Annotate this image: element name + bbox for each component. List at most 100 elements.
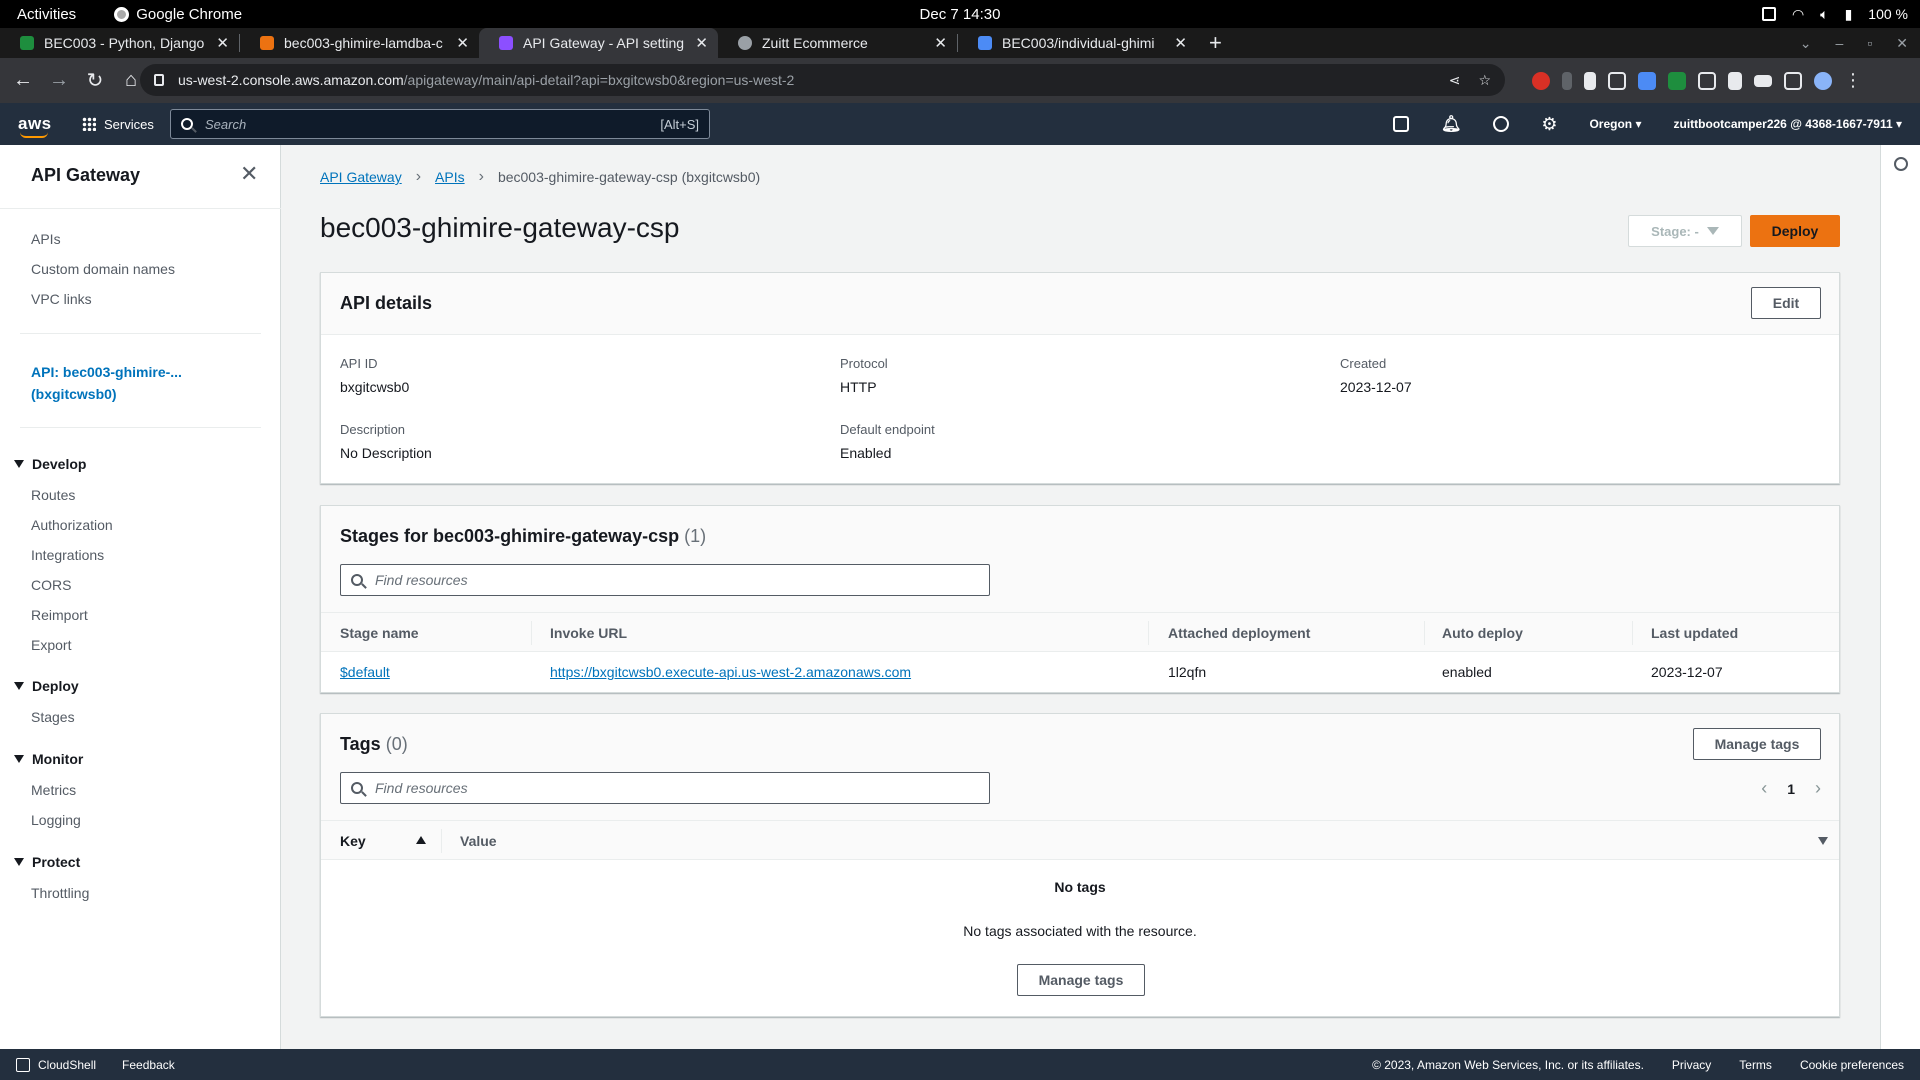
close-window-icon[interactable]: ✕	[1896, 35, 1908, 52]
gear-icon[interactable]: ⚙	[1541, 114, 1557, 135]
extension-icon[interactable]	[1608, 71, 1626, 90]
back-icon[interactable]: ←	[10, 69, 36, 92]
tab-close-icon[interactable]: ✕	[216, 34, 229, 52]
column-stage-name[interactable]: Stage name	[340, 625, 419, 641]
column-resizer[interactable]	[1424, 621, 1425, 645]
cookie-preferences-link[interactable]: Cookie preferences	[1800, 1058, 1904, 1072]
sidebar-item-integrations[interactable]: Integrations	[31, 547, 104, 563]
sidebar-item-apis[interactable]: APIs	[31, 231, 61, 247]
sidebar-item-reimport[interactable]: Reimport	[31, 607, 88, 623]
edit-button[interactable]: Edit	[1751, 287, 1821, 319]
sidebar-item-throttling[interactable]: Throttling	[31, 885, 89, 901]
aws-search-input[interactable]: Search [Alt+S]	[170, 109, 710, 139]
bell-icon[interactable]: 🔔︎	[1441, 114, 1461, 134]
tab-close-icon[interactable]: ✕	[1174, 34, 1187, 52]
reading-list-icon[interactable]	[1754, 74, 1772, 87]
extension-icon[interactable]	[1562, 71, 1572, 90]
forward-icon[interactable]: →	[46, 69, 72, 92]
browser-tab-4[interactable]: BEC003/individual-ghimi ✕	[958, 28, 1197, 58]
sidebar-section-monitor[interactable]: Monitor	[14, 751, 83, 767]
extension-icon[interactable]	[1698, 71, 1716, 90]
column-invoke-url[interactable]: Invoke URL	[550, 625, 627, 641]
browser-tab-1[interactable]: bec003-ghimire-lamdba-c ✕	[240, 28, 479, 58]
sidebar-item-cors[interactable]: CORS	[31, 577, 71, 593]
column-last-updated[interactable]: Last updated	[1651, 625, 1738, 641]
region-selector[interactable]: Oregon ▾	[1589, 117, 1641, 131]
stage-name-link[interactable]: $default	[340, 664, 390, 680]
terms-link[interactable]: Terms	[1739, 1058, 1772, 1072]
column-resizer[interactable]	[1632, 621, 1633, 645]
sidebar-item-vpc-links[interactable]: VPC links	[31, 291, 92, 307]
cloudshell-icon[interactable]	[1393, 116, 1410, 132]
new-tab-button[interactable]: +	[1209, 30, 1222, 56]
sidebar-section-develop[interactable]: Develop	[14, 456, 86, 472]
sidebar-section-deploy[interactable]: Deploy	[14, 678, 79, 694]
tags-search-input[interactable]: Find resources	[340, 772, 990, 804]
column-key[interactable]: Key	[340, 833, 366, 849]
sort-ascending-icon[interactable]	[416, 836, 426, 844]
help-icon[interactable]	[1493, 116, 1510, 132]
invoke-url-link[interactable]: https://bxgitcwsb0.execute-api.us-west-2…	[550, 664, 911, 680]
puzzle-icon[interactable]	[1728, 71, 1742, 90]
tab-close-icon[interactable]: ✕	[695, 34, 708, 52]
column-resizer[interactable]	[531, 621, 532, 645]
sidebar-item-metrics[interactable]: Metrics	[31, 782, 76, 798]
sidebar-item-authorization[interactable]: Authorization	[31, 517, 113, 533]
chevron-left-icon[interactable]: ‹	[1761, 778, 1767, 799]
stage-select[interactable]: Stage: -	[1628, 215, 1742, 247]
aws-logo[interactable]: aws	[18, 114, 52, 138]
address-bar[interactable]: us-west-2.console.aws.amazon.com/apigate…	[140, 64, 1505, 96]
column-auto-deploy[interactable]: Auto deploy	[1442, 625, 1523, 641]
sidebar-item-current-api[interactable]: API: bec003-ghimire-... (bxgitcwsb0)	[31, 361, 182, 405]
avatar[interactable]	[1814, 71, 1832, 90]
privacy-link[interactable]: Privacy	[1672, 1058, 1711, 1072]
menu-kebab-icon[interactable]: ⋮	[1844, 70, 1862, 91]
extension-icon[interactable]	[1668, 71, 1686, 90]
column-value[interactable]: Value	[460, 833, 497, 849]
sidebar-item-custom-domain-names[interactable]: Custom domain names	[31, 261, 175, 277]
app-menu[interactable]: Google Chrome	[114, 6, 242, 23]
sidebar-item-routes[interactable]: Routes	[31, 487, 75, 503]
bookmark-star-icon[interactable]: ☆	[1478, 72, 1491, 89]
account-menu[interactable]: zuittbootcamper226 @ 4368-1667-7911 ▾	[1674, 117, 1903, 131]
services-menu[interactable]: Services	[82, 117, 154, 132]
column-resizer[interactable]	[1148, 621, 1149, 645]
extension-icon[interactable]	[1584, 71, 1596, 90]
system-tray[interactable]: ◠ 🔈︎ ▮ 100 %	[1761, 0, 1908, 28]
column-attached-deployment[interactable]: Attached deployment	[1168, 625, 1310, 641]
share-icon[interactable]: ⋖	[1449, 72, 1461, 89]
extension-icon[interactable]	[1532, 71, 1550, 90]
sidebar-title[interactable]: API Gateway	[31, 165, 140, 186]
tab-close-icon[interactable]: ✕	[456, 34, 469, 52]
browser-tab-3[interactable]: Zuitt Ecommerce ✕	[718, 28, 957, 58]
stages-search-input[interactable]: Find resources	[340, 564, 990, 596]
breadcrumb-apis[interactable]: APIs	[435, 169, 465, 185]
page-number[interactable]: 1	[1787, 781, 1795, 797]
browser-tab-2[interactable]: API Gateway - API setting ✕	[479, 28, 718, 58]
clock[interactable]: Dec 7 14:30	[0, 6, 1920, 23]
reload-icon[interactable]: ↻	[82, 68, 108, 93]
manage-tags-button[interactable]: Manage tags	[1693, 728, 1821, 760]
lock-icon[interactable]	[154, 74, 164, 86]
cloudshell-button[interactable]: CloudShell	[16, 1057, 96, 1072]
sidebar-item-logging[interactable]: Logging	[31, 812, 81, 828]
empty-manage-tags-button[interactable]: Manage tags	[1017, 964, 1145, 996]
browser-tab-0[interactable]: BEC003 - Python, Django ✕	[0, 28, 239, 58]
deploy-button[interactable]: Deploy	[1750, 215, 1840, 247]
extension-icon[interactable]	[1638, 71, 1656, 90]
sidebar-section-protect[interactable]: Protect	[14, 854, 80, 870]
tab-search-icon[interactable]: ⌄	[1800, 35, 1812, 52]
feedback-link[interactable]: Feedback	[122, 1058, 175, 1072]
close-icon[interactable]: ✕	[240, 161, 258, 187]
minimize-icon[interactable]: –	[1836, 35, 1844, 51]
activities-button[interactable]: Activities	[17, 6, 76, 23]
info-panel-icon[interactable]	[1894, 157, 1908, 171]
breadcrumb-api-gateway[interactable]: API Gateway	[320, 169, 402, 185]
sidebar-item-stages[interactable]: Stages	[31, 709, 75, 725]
chevron-right-icon[interactable]: ›	[1815, 778, 1821, 799]
column-resizer[interactable]	[441, 829, 442, 853]
sidebar-item-export[interactable]: Export	[31, 637, 71, 653]
maximize-icon[interactable]: ▫	[1867, 35, 1872, 51]
side-panel-icon[interactable]	[1784, 71, 1802, 90]
table-settings-icon[interactable]	[1818, 837, 1828, 845]
